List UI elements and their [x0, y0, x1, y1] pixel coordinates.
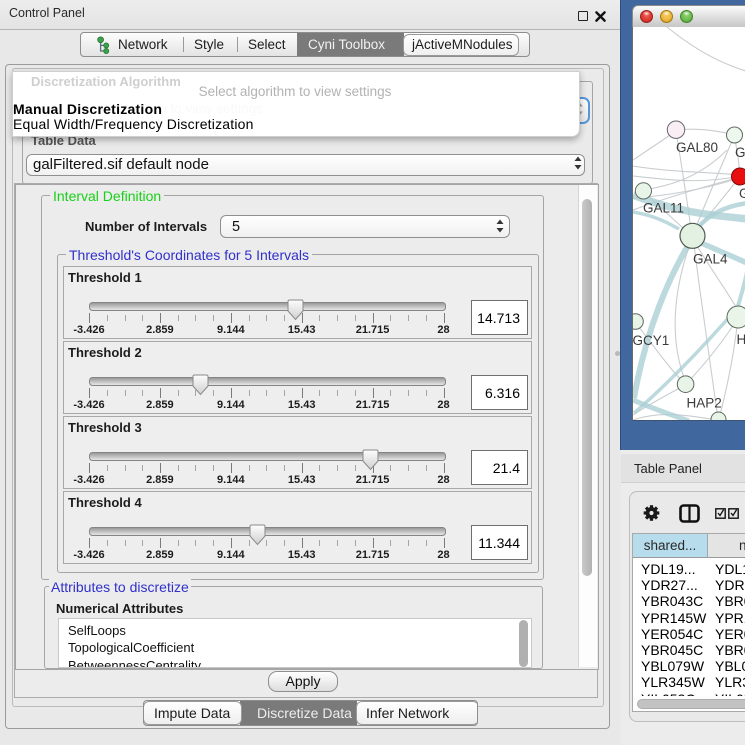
svg-text:GCY1: GCY1 [633, 333, 669, 348]
svg-text:H: H [737, 332, 745, 347]
svg-text:GAL80: GAL80 [676, 140, 718, 155]
svg-text:GA: GA [739, 186, 745, 201]
svg-text:HAP2: HAP2 [687, 396, 722, 411]
svg-text:GA: GA [735, 145, 745, 160]
svg-text:GAL4: GAL4 [693, 252, 728, 267]
svg-text:GAL11: GAL11 [643, 201, 684, 216]
